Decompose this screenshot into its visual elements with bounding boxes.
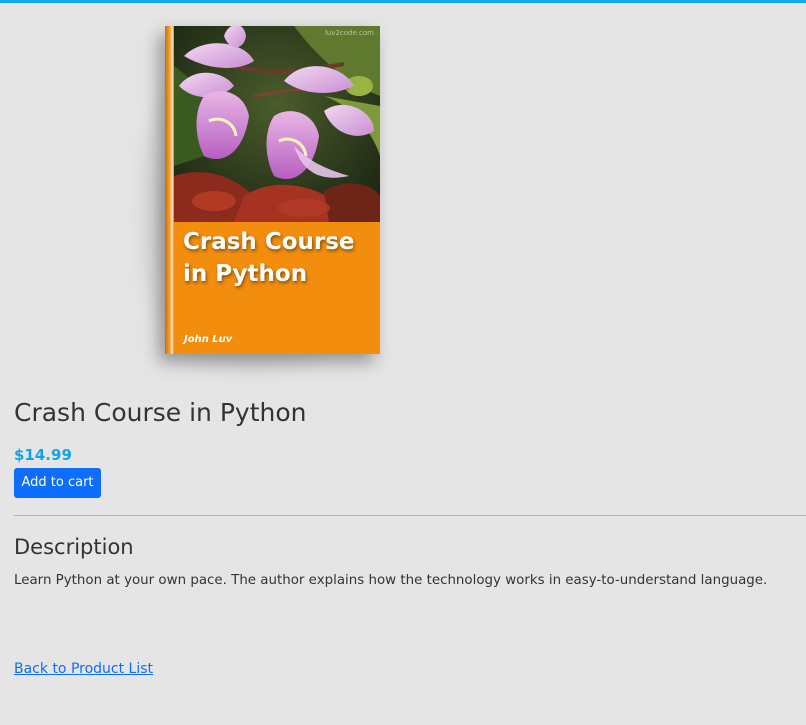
description-text: Learn Python at your own pace. The autho… — [14, 573, 768, 588]
back-to-product-list-link[interactable]: Back to Product List — [14, 659, 153, 679]
product-price: $14.99 — [14, 446, 72, 464]
description-heading: Description — [14, 535, 134, 559]
cover-watermark: luv2code.com — [324, 29, 374, 37]
product-title: Crash Course in Python — [14, 398, 307, 427]
divider — [14, 515, 806, 516]
orchid-photo: luv2code.com — [174, 26, 380, 222]
top-accent-bar — [0, 0, 806, 3]
cover-title: Crash Course in Python — [183, 229, 355, 287]
book-spine — [165, 26, 174, 354]
cover-author: John Luv — [184, 334, 233, 345]
add-to-cart-button[interactable]: Add to cart — [14, 468, 101, 498]
book-cover-image: luv2code.com Crash Course in Python John… — [135, 16, 395, 376]
